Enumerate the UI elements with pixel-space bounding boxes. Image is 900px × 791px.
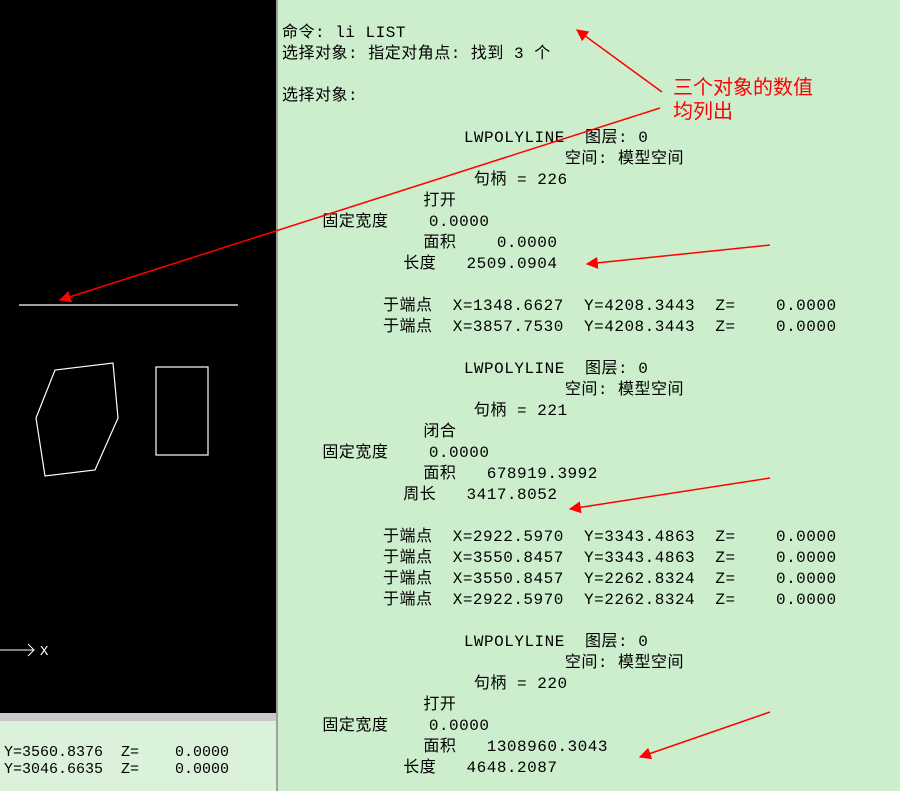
drawing-polygon-object [36, 363, 118, 476]
cmd-line: 空间: 模型空间 [282, 150, 684, 168]
drawing-rect-object [156, 367, 208, 455]
cmd-line: 于端点 X=2922.5970 Y=2262.8324 Z= 0.0000 [282, 591, 837, 609]
cmd-line: 周长 3417.8052 [282, 486, 557, 504]
cmd-line: 闭合 [282, 423, 456, 441]
cmd-line: LWPOLYLINE 图层: 0 [282, 129, 648, 147]
cmd-line: 固定宽度 0.0000 [282, 444, 489, 462]
cmd-line: 于端点 X=2922.5970 Y=3343.4863 Z= 0.0000 [282, 528, 837, 546]
cmd-line: 空间: 模型空间 [282, 654, 684, 672]
status-line-1: Y=3560.8376 Z= 0.0000 [4, 744, 229, 761]
status-line-2: Y=3046.6635 Z= 0.0000 [4, 761, 229, 778]
ucs-x-label: X [40, 644, 49, 660]
cmd-line: 句柄 = 221 [282, 402, 568, 420]
status-bar: Y=3560.8376 Z= 0.0000 Y=3046.6635 Z= 0.0… [0, 721, 276, 791]
cmd-line: 于端点 X=3550.8457 Y=2262.8324 Z= 0.0000 [282, 570, 837, 588]
cmd-line: 空间: 模型空间 [282, 381, 684, 399]
cmd-line: 句柄 = 226 [282, 171, 568, 189]
cmd-line: LWPOLYLINE 图层: 0 [282, 633, 648, 651]
text-window-panel[interactable]: 命令: li LIST 选择对象: 指定对角点: 找到 3 个 选择对象: LW… [278, 0, 900, 791]
cmd-line: 打开 [282, 696, 456, 714]
drawing-canvas: X [0, 0, 278, 721]
cmd-line: 选择对象: 指定对角点: 找到 3 个 [282, 45, 551, 63]
cmd-line: 于端点 X=1348.6627 Y=4208.3443 Z= 0.0000 [282, 297, 837, 315]
cmd-line: 面积 0.0000 [282, 234, 557, 252]
cmd-line: 长度 2509.0904 [282, 255, 557, 273]
app-container: X Y=3560.8376 Z= 0.0000 Y=3046.6635 Z= 0… [0, 0, 900, 791]
cmd-line: 句柄 = 220 [282, 675, 568, 693]
cmd-line: 固定宽度 0.0000 [282, 717, 489, 735]
drawing-area[interactable]: X [0, 0, 276, 721]
cmd-line: 选择对象: [282, 87, 358, 105]
cmd-line: 面积 678919.3992 [282, 465, 598, 483]
cmd-line: 命令: li LIST [282, 24, 406, 42]
cmd-line: 长度 4648.2087 [282, 759, 557, 777]
command-output: 命令: li LIST 选择对象: 指定对角点: 找到 3 个 选择对象: LW… [278, 0, 900, 791]
cmd-line: 固定宽度 0.0000 [282, 213, 489, 231]
cmd-line: 面积 1308960.3043 [282, 738, 608, 756]
cmd-line: 打开 [282, 192, 456, 210]
cmd-line: 于端点 X=3550.8457 Y=3343.4863 Z= 0.0000 [282, 549, 837, 567]
cmd-line: 于端点 X=3857.7530 Y=4208.3443 Z= 0.0000 [282, 318, 837, 336]
left-panel: X Y=3560.8376 Z= 0.0000 Y=3046.6635 Z= 0… [0, 0, 278, 791]
ucs-icon [0, 644, 34, 656]
cmd-line: LWPOLYLINE 图层: 0 [282, 360, 648, 378]
